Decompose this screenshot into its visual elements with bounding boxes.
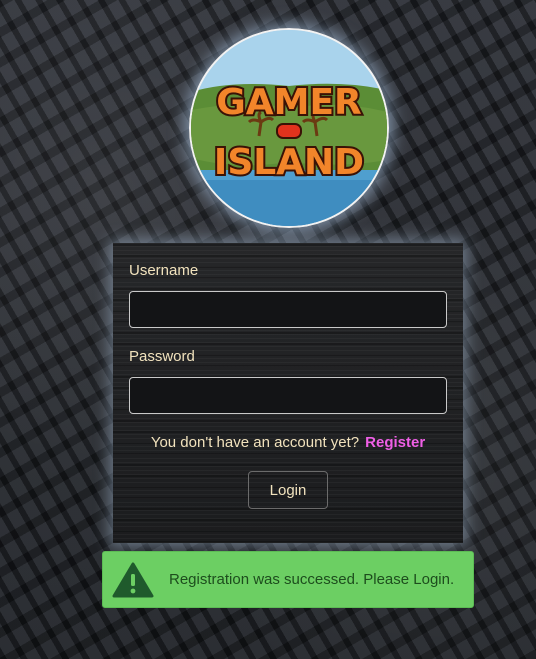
success-alert: Registration was successed. Please Login… <box>102 551 474 608</box>
username-label: Username <box>129 262 199 279</box>
login-form: Username Password You don't have an acco… <box>113 243 463 543</box>
login-button[interactable]: Login <box>248 471 328 509</box>
logo-artwork: GAMER ISLAND <box>191 30 387 226</box>
logo-line-island: ISLAND <box>214 142 364 183</box>
username-input[interactable] <box>129 291 447 328</box>
gamer-island-logo: GAMER ISLAND <box>189 28 389 228</box>
password-label: Password <box>129 348 195 365</box>
password-input[interactable] <box>129 377 447 414</box>
register-prompt-text: You don't have an account yet? <box>150 434 360 451</box>
register-prompt-row: You don't have an account yet? Register <box>113 434 463 451</box>
warning-icon <box>112 562 154 597</box>
register-link[interactable]: Register <box>365 434 425 451</box>
logo-line-gamer: GAMER <box>216 82 362 123</box>
alert-message: Registration was successed. Please Login… <box>169 571 455 588</box>
